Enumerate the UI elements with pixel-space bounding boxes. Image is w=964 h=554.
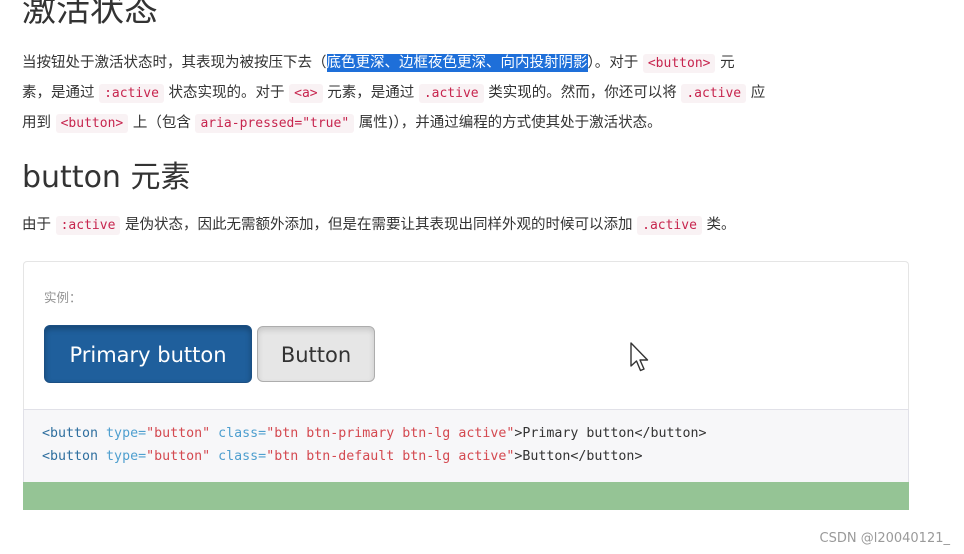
inline-code: .active xyxy=(637,216,702,235)
code-line: <button type="button" class="btn btn-def… xyxy=(42,449,643,464)
section-title: button 元素 xyxy=(22,160,191,195)
intro-text: 状态实现的。对于 xyxy=(168,85,285,101)
intro-text: 用到 xyxy=(22,115,51,131)
page-title: 激活状态 xyxy=(22,0,158,30)
code-block: <button type="button" class="btn btn-pri… xyxy=(23,409,909,483)
section-paragraph: 由于 :active 是伪状态，因此无需额外添加，但是在需要让其表现出同样外观的… xyxy=(22,210,736,241)
intro-paragraph: 当按钮处于激活状态时，其表现为被按压下去（底色更深、边框夜色更深、向内投射阴影）… xyxy=(22,48,922,138)
section-text: 是伪状态，因此无需额外添加，但是在需要让其表现出同样外观的时候可以添加 xyxy=(125,217,633,233)
inline-code: <a> xyxy=(289,84,323,103)
section-text: 由于 xyxy=(22,217,51,233)
section-text: 类。 xyxy=(706,217,736,233)
example-label: 实例： xyxy=(44,290,82,305)
intro-text: 属性)），并通过编程的方式使其处于激活状态。 xyxy=(358,115,662,131)
intro-text: 上（包含 xyxy=(132,115,191,131)
intro-text: ）。对于 xyxy=(587,55,639,71)
watermark: CSDN @l20040121_ xyxy=(819,531,950,546)
selected-text-highlight[interactable]: 底色更深、边框夜色更深、向内投射阴影 xyxy=(326,54,588,72)
mouse-pointer-icon xyxy=(629,342,651,378)
intro-text: 当按钮处于激活状态时，其表现为被按压下去（ xyxy=(22,55,327,71)
intro-line-3: 用到 <button> 上（包含 aria-pressed="true" 属性)… xyxy=(22,108,922,138)
inline-code: :active xyxy=(55,216,121,235)
example-panel: 实例： Primary button Button xyxy=(23,261,909,410)
intro-line-1: 当按钮处于激活状态时，其表现为被按压下去（底色更深、边框夜色更深、向内投射阴影）… xyxy=(22,48,922,78)
inline-code: :active xyxy=(99,84,164,103)
inline-code: .active xyxy=(418,84,484,103)
default-button[interactable]: Button xyxy=(257,326,375,382)
intro-text: 元 xyxy=(720,55,735,71)
intro-text: 素，是通过 xyxy=(22,85,95,101)
primary-button[interactable]: Primary button xyxy=(44,325,252,383)
intro-text: 应 xyxy=(750,85,766,101)
intro-line-2: 素，是通过 :active 状态实现的。对于 <a> 元素，是通过 .activ… xyxy=(22,78,922,108)
code-line: <button type="button" class="btn btn-pri… xyxy=(42,426,707,441)
inline-code: .active xyxy=(681,84,747,103)
inline-code: <button> xyxy=(55,114,129,133)
intro-text: 类实现的。然而，你还可以将 xyxy=(488,85,677,101)
inline-code: aria-pressed="true" xyxy=(195,114,355,133)
green-bar xyxy=(23,482,909,510)
inline-code: <button> xyxy=(642,54,716,73)
intro-text: 元素，是通过 xyxy=(327,85,415,101)
